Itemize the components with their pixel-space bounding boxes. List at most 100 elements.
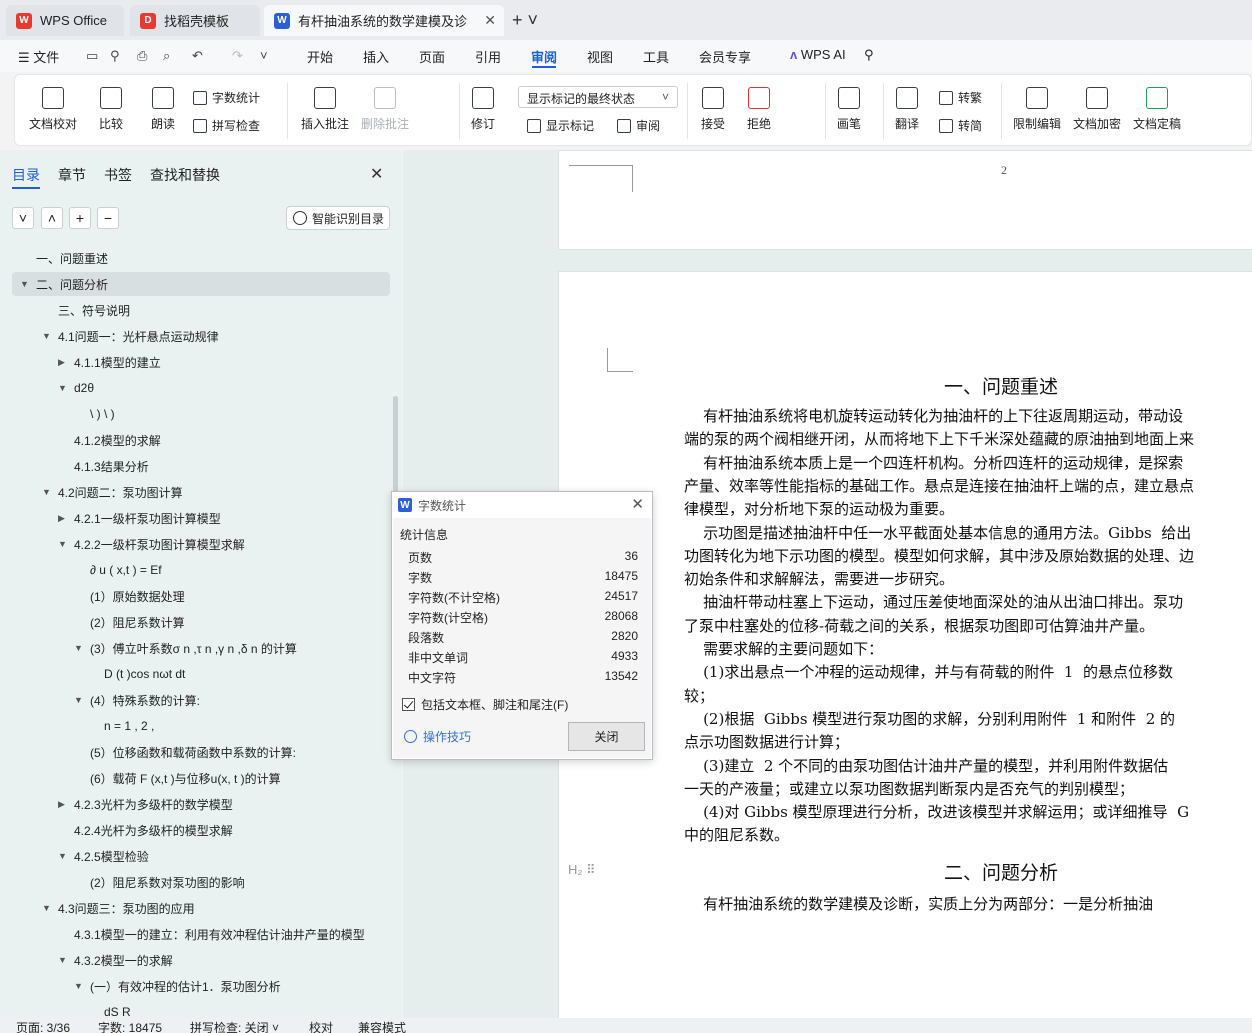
toc-item[interactable]: (2）阻尼系数计算 [12, 610, 390, 634]
tab-docer[interactable]: D 找稻壳模板 [130, 5, 260, 36]
caret-down-icon[interactable]: ▼ [58, 851, 67, 861]
share-icon[interactable]: ⚲ [110, 48, 126, 64]
caret-down-icon[interactable]: ▼ [42, 487, 51, 497]
caret-right-icon[interactable]: ▶ [58, 357, 65, 368]
pen-button[interactable]: 画笔 [837, 87, 861, 132]
caret-down-icon[interactable]: ▼ [42, 903, 51, 913]
toc-item[interactable]: ▼ 4.2.2一级杆泵功图计算模型求解 [12, 532, 390, 556]
tab-toc[interactable]: 目录 [12, 165, 40, 185]
wps-ai-button[interactable]: ʌ WPS AI [790, 47, 846, 62]
tab-bookmarks[interactable]: 书签 [104, 165, 132, 185]
more-icon[interactable]: ˅ [260, 48, 276, 64]
caret-down-icon[interactable]: ▼ [74, 643, 83, 653]
smart-toc-button[interactable]: 智能识别目录 [286, 206, 390, 230]
toc-item[interactable]: ▶ 4.2.3光杆为多级杆的数学模型 [12, 792, 390, 816]
delete-comment-button[interactable]: 删除批注 [361, 87, 409, 132]
insert-comment-button[interactable]: 插入批注 [301, 87, 349, 132]
toc-item[interactable]: ▼ 4.3.2模型一的求解 [12, 948, 390, 972]
status-proof[interactable]: 校对 [309, 1019, 333, 1033]
menu-insert[interactable]: 插入 [363, 47, 389, 66]
collapse-down-button[interactable]: ˅ [12, 207, 34, 229]
doc-proof-button[interactable]: 文档校对 [29, 87, 77, 132]
toc-item[interactable]: ▶ 4.1.1模型的建立 [12, 350, 390, 374]
menu-review[interactable]: 审阅 [531, 47, 557, 66]
menu-page[interactable]: 页面 [419, 47, 445, 66]
word-count-button[interactable]: 字数统计 [193, 89, 260, 106]
toc-item[interactable]: 三、符号说明 [12, 298, 390, 322]
to-traditional-button[interactable]: 转繁 [939, 89, 982, 106]
toc-item[interactable]: 4.1.2模型的求解 [12, 428, 390, 452]
print-icon[interactable]: ⎙ [137, 48, 153, 64]
tab-find-replace[interactable]: 查找和替换 [150, 165, 220, 185]
caret-down-icon[interactable]: ▼ [58, 383, 67, 393]
close-icon[interactable]: ✕ [631, 495, 644, 513]
print-preview-icon[interactable]: ⌕ [163, 48, 179, 64]
toc-item[interactable]: dS R [12, 1000, 390, 1018]
caret-down-icon[interactable]: ▼ [58, 955, 67, 965]
toc-item[interactable]: ▼ 4.3问题三：泵功图的应用 [12, 896, 390, 920]
dialog-title-bar[interactable]: W 字数统计 [392, 492, 652, 518]
spell-check-button[interactable]: 拼写检查 [193, 117, 260, 134]
menu-member[interactable]: 会员专享 [699, 47, 751, 66]
new-tab-button[interactable]: + ˅ [512, 10, 538, 31]
caret-down-icon[interactable]: ▼ [74, 981, 83, 991]
reject-button[interactable]: 拒绝 [747, 87, 771, 132]
undo-icon[interactable]: ↶ [192, 48, 208, 64]
menu-tools[interactable]: 工具 [643, 47, 669, 66]
close-button[interactable]: 关闭 [568, 722, 645, 751]
toc-item[interactable]: 4.3.1模型一的建立：利用有效冲程估计油井产量的模型 [12, 922, 390, 946]
toc-item[interactable]: ▼ 4.1问题一：光杆悬点运动规律 [12, 324, 390, 348]
tips-link[interactable]: 操作技巧 [404, 728, 471, 745]
review-pane-button[interactable]: 审阅 [617, 117, 660, 134]
collapse-up-button[interactable]: ˄ [41, 207, 63, 229]
menu-view[interactable]: 视图 [587, 47, 613, 66]
markup-state-select[interactable]: 显示标记的最终状态 ˅ [518, 86, 678, 108]
redo-icon[interactable]: ↷ [232, 48, 248, 64]
tab-wps-office[interactable]: W WPS Office [6, 5, 124, 36]
toc-item[interactable]: (6）载荷 F (x,t )与位移u(x, t )的计算 [12, 766, 390, 790]
toc-item[interactable]: ∂ u ( x,t ) = Ef [12, 558, 390, 582]
restrict-edit-button[interactable]: 限制编辑 [1013, 87, 1061, 132]
encrypt-button[interactable]: 文档加密 [1073, 87, 1121, 132]
toc-item[interactable]: 4.2.4光杆为多级杆的模型求解 [12, 818, 390, 842]
file-menu[interactable]: ☰ 文件 [18, 47, 59, 66]
close-icon[interactable]: ✕ [370, 164, 383, 184]
toc-item[interactable]: n = 1 , 2 , [12, 714, 390, 738]
finalize-button[interactable]: 文档定稿 [1133, 87, 1181, 132]
menu-home[interactable]: 开始 [307, 47, 333, 66]
toc-item[interactable]: ▼ d2θ [12, 376, 390, 400]
toc-item[interactable]: ▼ (一）有效冲程的估计1．泵功图分析 [12, 974, 390, 998]
toc-item[interactable]: (2）阻尼系数对泵功图的影响 [12, 870, 390, 894]
toc-item[interactable]: 4.1.3结果分析 [12, 454, 390, 478]
caret-down-icon[interactable]: ▼ [20, 279, 29, 289]
expand-button[interactable]: + [69, 207, 91, 229]
toc-item[interactable]: ▼ 二、问题分析 [12, 272, 390, 296]
toc-item[interactable]: ▼ 4.2.5模型检验 [12, 844, 390, 868]
caret-right-icon[interactable]: ▶ [58, 799, 65, 810]
translate-button[interactable]: 翻译 [895, 87, 919, 132]
heading-style-marker[interactable]: H₂ ⠿ [568, 862, 596, 878]
caret-down-icon[interactable]: ▼ [58, 539, 67, 549]
search-icon[interactable]: ⚲ [864, 47, 874, 63]
toc-item[interactable]: D (t )cos nωt dt [12, 662, 390, 686]
toc-item[interactable]: (1）原始数据处理 [12, 584, 390, 608]
read-aloud-button[interactable]: 朗读 [151, 87, 175, 132]
to-simplified-button[interactable]: 转简 [939, 117, 982, 134]
save-icon[interactable]: ▭ [86, 48, 102, 64]
tab-document[interactable]: W 有杆抽油系统的数学建模及诊 ✕ [264, 5, 504, 36]
collapse-button[interactable]: − [97, 207, 119, 229]
toc-item[interactable]: ▶ 4.2.1一级杆泵功图计算模型 [12, 506, 390, 530]
status-page[interactable]: 页面: 3/36 [16, 1019, 70, 1033]
toc-item[interactable]: ▼ (4）特殊系数的计算: [12, 688, 390, 712]
status-spell-check[interactable]: 拼写检查: 关闭 ˅ [190, 1019, 279, 1033]
toc-item[interactable]: \ ) \ ) [12, 402, 390, 426]
revise-button[interactable]: 修订 [471, 87, 495, 132]
close-icon[interactable]: ✕ [484, 12, 496, 29]
accept-button[interactable]: 接受 [701, 87, 725, 132]
toc-item[interactable]: (5）位移函数和载荷函数中系数的计算: [12, 740, 390, 764]
toc-item[interactable]: ▼ 4.2问题二：泵功图计算 [12, 480, 390, 504]
menu-reference[interactable]: 引用 [475, 47, 501, 66]
status-words[interactable]: 字数: 18475 [98, 1019, 162, 1033]
caret-down-icon[interactable]: ▼ [42, 331, 51, 341]
toc-item[interactable]: ▼ (3）傅立叶系数σ n ,τ n ,γ n ,δ n 的计算 [12, 636, 390, 660]
